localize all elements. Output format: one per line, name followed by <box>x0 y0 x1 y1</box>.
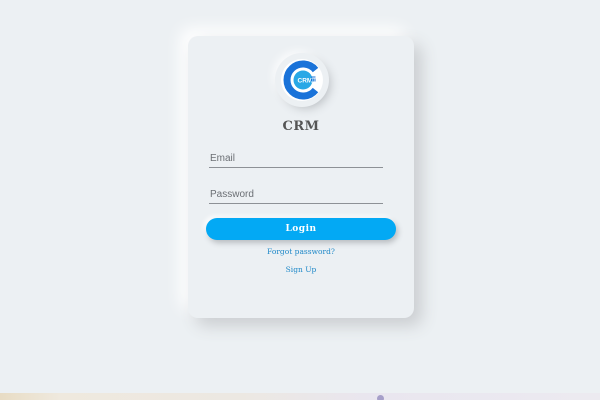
login-button[interactable]: Login <box>206 218 396 240</box>
password-field[interactable] <box>209 185 383 204</box>
login-page: CRM CRM Login Forgot password? Sign Up <box>0 0 600 400</box>
login-card: CRM CRM Login Forgot password? Sign Up <box>188 36 414 318</box>
app-title: CRM <box>282 119 320 134</box>
logo-badge: CRM <box>278 56 326 104</box>
sign-up-link[interactable]: Sign Up <box>188 265 414 274</box>
forgot-password-link[interactable]: Forgot password? <box>188 247 414 256</box>
bottom-strip <box>0 393 600 400</box>
logo-text: CRM <box>298 78 313 85</box>
email-field[interactable] <box>209 149 383 168</box>
bottom-dot-icon <box>377 395 384 400</box>
crm-logo-icon: CRM <box>281 59 323 101</box>
